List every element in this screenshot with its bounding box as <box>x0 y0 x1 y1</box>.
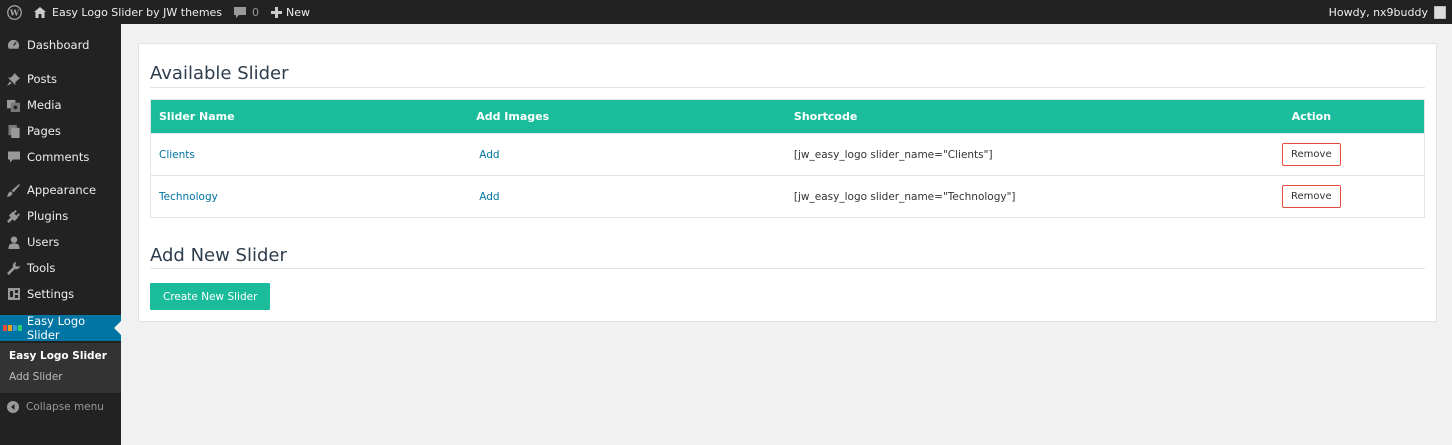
add-new-slider-title: Add New Slider <box>150 245 287 266</box>
new-content-link[interactable]: New <box>267 0 318 24</box>
howdy-text: Howdy, nx9buddy <box>1328 5 1428 19</box>
account-menu[interactable]: Howdy, nx9buddy <box>1329 0 1446 24</box>
column-header-add-images: Add Images <box>476 110 550 123</box>
sidebar-item-dashboard[interactable]: Dashboard <box>0 32 121 58</box>
sidebar-item-tools[interactable]: Tools <box>0 255 121 281</box>
column-header-action: Action <box>1291 110 1332 123</box>
home-icon <box>34 6 46 18</box>
admin-sidebar: Dashboard Posts Media Pages Comments App… <box>0 24 121 445</box>
slider-name-link[interactable]: Technology <box>159 191 218 203</box>
sidebar-item-settings[interactable]: Settings <box>0 281 121 307</box>
site-name-link[interactable]: Easy Logo Slider by JW themes <box>28 0 230 24</box>
table-row: Clients Add [jw_easy_logo slider_name="C… <box>150 133 1425 176</box>
column-header-shortcode: Shortcode <box>793 110 858 123</box>
comments-link[interactable]: 0 <box>230 0 267 24</box>
sidebar-item-pages[interactable]: Pages <box>0 118 121 144</box>
create-new-slider-button[interactable]: Create New Slider <box>150 283 271 310</box>
table-row: Technology Add [jw_easy_logo slider_name… <box>150 175 1425 218</box>
column-header-slider-name: Slider Name <box>159 110 235 123</box>
pages-icon <box>0 124 27 138</box>
pin-icon <box>0 72 27 86</box>
add-images-link[interactable]: Add <box>479 149 499 161</box>
sidebar-item-appearance[interactable]: Appearance <box>0 177 121 203</box>
collapse-arrow-icon <box>0 401 26 413</box>
comments-count: 0 <box>252 5 260 19</box>
collapse-menu-label: Collapse menu <box>26 401 104 413</box>
collapse-menu-button[interactable]: Collapse menu <box>0 398 121 416</box>
add-images-link[interactable]: Add <box>479 191 499 203</box>
user-icon <box>0 235 27 249</box>
title-divider <box>150 87 1425 88</box>
plugin-icon <box>0 209 27 223</box>
brush-icon <box>0 183 27 197</box>
comment-icon <box>0 151 27 163</box>
sidebar-item-easy-logo-slider[interactable]: Easy Logo Slider <box>0 314 121 342</box>
submenu-item-add-slider[interactable]: Add Slider <box>9 371 63 383</box>
remove-button[interactable]: Remove <box>1282 143 1341 166</box>
avatar <box>1434 5 1446 19</box>
plus-icon <box>271 6 283 18</box>
site-name-label: Easy Logo Slider by JW themes <box>52 5 223 19</box>
media-icon <box>0 99 27 112</box>
sidebar-item-plugins[interactable]: Plugins <box>0 203 121 229</box>
shortcode-text: [jw_easy_logo slider_name="Clients"] <box>785 133 1199 176</box>
sidebar-item-posts[interactable]: Posts <box>0 66 121 92</box>
admin-bar: W Easy Logo Slider by JW themes 0 New Ho… <box>0 0 1452 24</box>
shortcode-text: [jw_easy_logo slider_name="Technology"] <box>785 175 1199 218</box>
slider-table: Slider Name Add Images Shortcode Action … <box>150 99 1425 218</box>
slider-name-link[interactable]: Clients <box>159 149 195 161</box>
comment-icon <box>234 6 247 18</box>
svg-text:W: W <box>8 7 19 17</box>
dashboard-icon <box>0 39 27 52</box>
sidebar-item-comments[interactable]: Comments <box>0 144 121 170</box>
settings-icon <box>0 288 27 300</box>
logo-slider-icon <box>0 325 27 331</box>
submenu-item-easy-logo-slider[interactable]: Easy Logo Slider <box>9 350 107 362</box>
sidebar-item-media[interactable]: Media <box>0 92 121 118</box>
remove-button[interactable]: Remove <box>1282 185 1341 208</box>
available-slider-title: Available Slider <box>150 63 289 84</box>
title-divider <box>150 268 1425 269</box>
wordpress-logo-icon[interactable]: W <box>0 0 28 24</box>
sidebar-item-users[interactable]: Users <box>0 229 121 255</box>
wrench-icon <box>0 261 27 275</box>
table-header-row: Slider Name Add Images Shortcode Action <box>150 99 1425 134</box>
new-label: New <box>286 5 311 19</box>
main-panel: Available Slider Slider Name Add Images … <box>138 43 1437 322</box>
